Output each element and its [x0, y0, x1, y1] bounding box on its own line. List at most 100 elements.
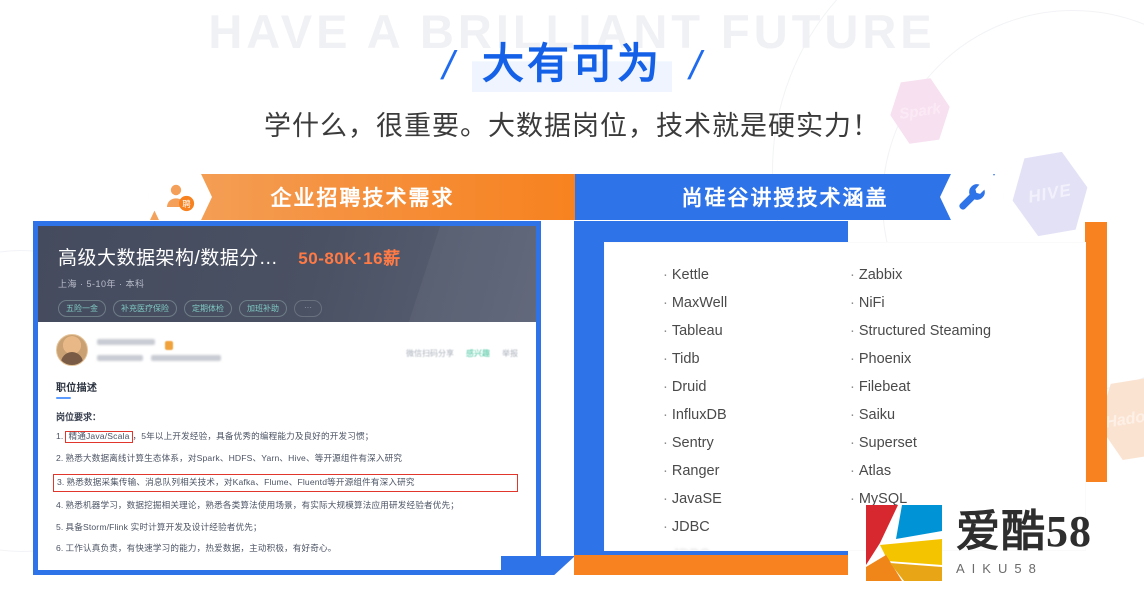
requirement-item-highlighted: 3. 熟悉数据采集传输、消息队列相关技术，对Kafka、Flume、Fluent…: [53, 474, 518, 493]
tech-list-item: · MaxWell: [663, 289, 800, 317]
tech-list-item-cutoff: · JDBC: [663, 541, 800, 550]
bullet-icon: ·: [663, 407, 668, 423]
logo-text: 爱酷58 AIKU58: [956, 510, 1092, 577]
main-title-text: 大有可为: [471, 40, 672, 93]
tech-list-item: · Zabbix: [850, 261, 995, 289]
recruiter-info: [97, 334, 397, 366]
page-title: / 大有可为 /: [0, 40, 1144, 93]
section-header-curriculum-label: 尚硅谷讲授技术涵盖: [681, 187, 889, 210]
orange-accent-stripe-right: [1085, 222, 1107, 482]
tech-name: Saiku: [858, 407, 896, 423]
logo-latin-name: AIKU58: [956, 561, 1043, 576]
tech-list-item: · Sentry: [663, 429, 800, 457]
tech-name: Ranger: [671, 463, 720, 479]
tech-list-item: · Structured Steaming: [850, 317, 995, 345]
tech-list-item: · JavaSE: [663, 485, 800, 513]
heading-underline: [56, 397, 71, 399]
requirement-number: 6.: [56, 543, 64, 554]
bullet-icon: ·: [850, 407, 855, 423]
tech-name: Structured Steaming: [858, 323, 992, 339]
tech-list-item: · Druid: [663, 373, 800, 401]
requirements-list: 1. 精通Java/Scala ，5年以上开发经验，具备优秀的编程能力及良好的开发…: [53, 431, 518, 555]
job-tag: 定期体检: [184, 300, 232, 317]
tech-list-item: · Tableau: [663, 317, 800, 345]
tech-list-item: · JDBC: [663, 513, 800, 541]
tech-list-item: · InfluxDB: [663, 401, 800, 429]
tech-list-item: · NiFi: [850, 289, 995, 317]
section-header-recruitment: 企业招聘技术需求: [150, 174, 575, 220]
tech-name: JDBC: [672, 547, 710, 550]
job-title: 高级大数据架构/数据分…: [58, 248, 279, 269]
requirement-item: 6. 工作认真负责，有快速学习的能力，热爱数据，主动积极，有好奇心。: [56, 543, 518, 555]
tech-name: MaxWell: [671, 295, 728, 311]
slide-root: HAVE A BRILLIANT FUTURE Spark HIVE Hadoo…: [0, 0, 1144, 607]
bullet-icon: ·: [663, 267, 668, 283]
bullet-icon: ·: [850, 267, 855, 283]
tech-name: Kettle: [671, 267, 709, 283]
tech-list-item: · Atlas: [850, 457, 995, 485]
tech-name: NiFi: [858, 295, 885, 311]
tech-name: Tableau: [671, 323, 723, 339]
orange-accent-stripe-bottom: [574, 555, 848, 575]
bullet-icon: ·: [850, 435, 855, 451]
tech-list-item: · Filebeat: [850, 373, 995, 401]
bullet-icon: ·: [663, 351, 668, 367]
tech-name: Druid: [671, 379, 707, 395]
tech-list-item: · Phoenix: [850, 345, 995, 373]
requirement-highlight: 精通Java/Scala: [65, 431, 133, 443]
requirement-item: 5. 具备Storm/Flink 实时计算开发及设计经验者优先；: [56, 522, 518, 534]
technology-column-left: · Kettle · MaxWell · Tableau · Tidb · Druid ·…: [605, 261, 800, 550]
job-meta: 上海 · 5-10年 · 本科: [58, 279, 145, 289]
requirement-rest: ，5年以上开发经验，具备优秀的编程能力及良好的开发习惯；: [132, 431, 374, 441]
requirement-text: 具备Storm/Flink 实时计算开发及设计经验者优先；: [65, 521, 262, 532]
bullet-icon: ·: [663, 547, 668, 550]
bullet-icon: ·: [663, 379, 668, 395]
tech-name: Phoenix: [858, 351, 912, 367]
report-action[interactable]: 举报: [502, 348, 518, 359]
tech-name: InfluxDB: [671, 407, 727, 423]
bullet-icon: ·: [663, 295, 668, 311]
tech-name: Atlas: [858, 463, 892, 479]
tech-name: Superset: [858, 435, 917, 451]
bullet-icon: ·: [663, 323, 668, 339]
bullet-icon: ·: [663, 435, 668, 451]
bullet-icon: ·: [850, 491, 855, 507]
requirement-text: 熟悉数据采集传输、消息队列相关技术，对Kafka、Flume、Fluentd等开…: [66, 477, 415, 488]
bullet-icon: ·: [663, 463, 668, 479]
tech-list-item: · Saiku: [850, 401, 995, 429]
requirement-number: 3.: [57, 477, 65, 488]
tech-name: Tidb: [671, 351, 700, 367]
requirement-text: 熟悉机器学习，数据挖掘相关理论，熟悉各类算法使用场景，有实际大规模算法应用研发经…: [65, 500, 459, 511]
interested-action[interactable]: 感兴趣: [466, 348, 490, 359]
requirement-text: 精通Java/Scala ，5年以上开发经验，具备优秀的编程能力及良好的开发习惯；: [65, 431, 518, 443]
requirement-text: 工作认真负责，有快速学习的能力，热爱数据，主动积极，有好奇心。: [65, 543, 337, 554]
requirement-number: 2.: [56, 452, 64, 463]
requirement-item: 4. 熟悉机器学习，数据挖掘相关理论，熟悉各类算法使用场景，有实际大规模算法应用…: [56, 500, 518, 512]
bullet-icon: ·: [850, 463, 855, 479]
recruiter-company-redacted: [151, 355, 221, 361]
aiku-logo-mark-icon: [866, 505, 942, 581]
requirement-item: 2. 熟悉大数据离线计算生态体系，对Spark、HDFS、Yarn、Hive、等…: [56, 453, 518, 465]
requirement-number: 1.: [56, 431, 64, 441]
job-description-heading: 职位描述: [56, 383, 98, 394]
job-salary: 50-80K·16薪: [298, 249, 401, 268]
tech-list-item: · Ranger: [663, 457, 800, 485]
bullet-icon: ·: [850, 351, 855, 367]
title-slash-left: /: [438, 44, 459, 89]
tech-name: JavaSE: [671, 491, 722, 507]
requirement-item: 1. 精通Java/Scala ，5年以上开发经验，具备优秀的编程能力及良好的开发…: [56, 431, 518, 443]
site-logo: 爱酷58 AIKU58: [866, 505, 1092, 581]
title-slash-right: /: [685, 44, 706, 89]
recruiter-role-redacted: [97, 355, 143, 361]
tech-name: Filebeat: [858, 379, 911, 395]
section-header-recruitment-label: 企业招聘技术需求: [270, 187, 455, 210]
bullet-icon: ·: [663, 519, 668, 535]
technology-list-card: · Kettle · MaxWell · Tableau · Tidb · Druid ·…: [605, 243, 1085, 550]
job-posting-panel: 高级大数据架构/数据分… 50-80K·16薪 上海 · 5-10年 · 本科 …: [33, 221, 541, 575]
job-card-header: 高级大数据架构/数据分… 50-80K·16薪 上海 · 5-10年 · 本科 …: [38, 226, 536, 322]
tech-name: Zabbix: [858, 267, 903, 283]
job-tag-more[interactable]: ···: [294, 300, 322, 317]
tech-name: Sentry: [671, 435, 714, 451]
share-action[interactable]: 微信扫码分享: [406, 348, 454, 359]
requirement-text: 熟悉大数据离线计算生态体系，对Spark、HDFS、Yarn、Hive、等开源组…: [65, 452, 403, 463]
